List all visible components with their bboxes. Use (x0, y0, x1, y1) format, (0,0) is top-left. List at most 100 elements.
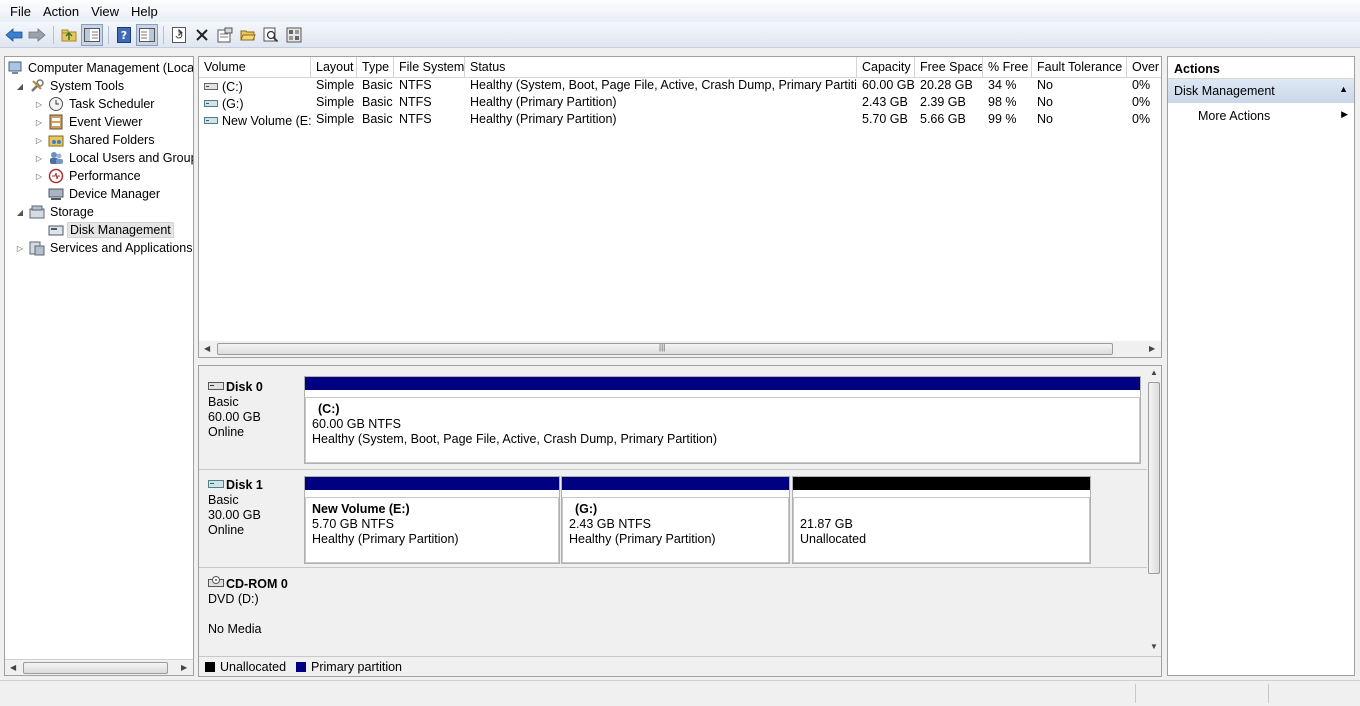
volume-cell: (G:) (199, 95, 311, 112)
partition-bar (562, 477, 789, 490)
column-header-file-system[interactable]: File System (394, 57, 465, 78)
cdrom-icon (208, 576, 224, 592)
free-space-cell: 20.28 GB (920, 78, 973, 92)
disk-status: Online (208, 425, 245, 439)
expand-triangle-icon[interactable]: ▷ (34, 136, 44, 145)
volume-list-horizontal-scrollbar[interactable]: ◀ ||| ▶ (199, 341, 1161, 357)
tree-item-device-manager[interactable]: Device Manager (48, 185, 162, 203)
capacity-cell: 5.70 GB (862, 112, 908, 126)
scroll-right-icon[interactable]: ▶ (1149, 344, 1155, 353)
partition-g[interactable]: (G:) 2.43 GB NTFS Healthy (Primary Parti… (561, 476, 790, 564)
table-row[interactable]: (G:) Simple Basic NTFS Healthy (Primary … (199, 95, 1161, 112)
tree-item-services-applications[interactable]: ▷ Services and Applications (15, 239, 193, 257)
show-hide-action-pane-icon[interactable] (136, 23, 158, 46)
menu-file[interactable]: File (4, 4, 37, 19)
column-header-fault-tolerance[interactable]: Fault Tolerance (1032, 57, 1127, 78)
refresh-icon[interactable] (168, 24, 190, 46)
tree-item-shared-folders[interactable]: ▷ Shared Folders (34, 131, 156, 149)
partition-e[interactable]: New Volume (E:) 5.70 GB NTFS Healthy (Pr… (304, 476, 560, 564)
expand-triangle-icon[interactable]: ▷ (34, 118, 44, 127)
disk-type: Basic (208, 395, 239, 409)
scroll-up-icon[interactable]: ▲ (1150, 368, 1158, 377)
partition-c[interactable]: (C:) 60.00 GB NTFS Healthy (System, Boot… (304, 376, 1141, 464)
percent-free-cell: 99 % (988, 112, 1017, 126)
column-header-volume[interactable]: Volume (199, 57, 311, 78)
scroll-right-icon[interactable]: ▶ (181, 663, 187, 672)
table-row[interactable]: (C:) Simple Basic NTFS Healthy (System, … (199, 78, 1161, 95)
event-viewer-icon (48, 114, 64, 130)
tree-item-local-users[interactable]: ▷ Local Users and Groups (34, 149, 193, 167)
properties-icon[interactable] (214, 24, 236, 46)
forward-arrow-icon[interactable] (26, 24, 48, 46)
disk-size: 30.00 GB (208, 508, 261, 522)
tree-item-performance[interactable]: ▷ Performance (34, 167, 143, 185)
volume-list: Volume Layout Type File System Status Ca… (198, 56, 1162, 358)
legend-label-unallocated: Unallocated (220, 659, 287, 674)
search-icon[interactable] (260, 24, 282, 46)
column-header-percent-free[interactable]: % Free (983, 57, 1032, 78)
partition-unallocated[interactable]: 21.87 GB Unallocated (792, 476, 1091, 564)
tree-item-system-tools[interactable]: ◢ System Tools (15, 77, 126, 95)
show-hide-tree-icon[interactable] (81, 23, 103, 46)
expand-triangle-icon[interactable]: ▷ (34, 154, 44, 163)
expand-triangle-icon[interactable]: ▷ (34, 100, 44, 109)
disk-info[interactable]: Disk 1 Basic 30.00 GB Online (199, 470, 303, 566)
partition-bar (305, 377, 1140, 390)
up-folder-icon[interactable] (58, 24, 80, 46)
tree-horizontal-scrollbar[interactable]: ◀ ▶ (5, 659, 193, 675)
menu-action[interactable]: Action (37, 4, 85, 19)
disk-type: Basic (208, 493, 239, 507)
disk-settings-icon[interactable] (283, 24, 305, 46)
tree-item-computer-management[interactable]: Computer Management (Local (7, 59, 193, 77)
tree-item-disk-management[interactable]: Disk Management (48, 221, 174, 239)
tree-item-task-scheduler[interactable]: ▷ Task Scheduler (34, 95, 156, 113)
tree-item-label: Performance (69, 169, 141, 183)
device-manager-icon (48, 186, 64, 202)
scroll-down-icon[interactable]: ▼ (1150, 642, 1158, 651)
scrollbar-thumb[interactable] (1148, 382, 1160, 574)
collapse-triangle-icon[interactable]: ◢ (15, 82, 25, 91)
tree-item-storage[interactable]: ◢ Storage (15, 203, 96, 221)
collapse-triangle-icon[interactable]: ◢ (15, 208, 25, 217)
column-header-free-space[interactable]: Free Space (915, 57, 983, 78)
column-header-status[interactable]: Status (465, 57, 857, 78)
delete-icon[interactable] (191, 24, 213, 46)
expand-triangle-icon[interactable]: ▷ (15, 244, 25, 253)
disk-name: Disk 0 (208, 380, 303, 395)
open-folder-icon[interactable] (237, 24, 259, 46)
more-actions-item[interactable]: More Actions ▶ (1168, 103, 1354, 127)
fault-tolerance-cell: No (1037, 95, 1053, 109)
back-arrow-icon[interactable] (3, 24, 25, 46)
tree-item-event-viewer[interactable]: ▷ Event Viewer (34, 113, 144, 131)
scroll-left-icon[interactable]: ◀ (10, 663, 16, 672)
collapse-up-icon[interactable]: ▲ (1339, 84, 1348, 94)
percent-free-cell: 34 % (988, 78, 1017, 92)
partition-body: 21.87 GB Unallocated (793, 497, 1090, 563)
column-header-overhead[interactable]: Over (1127, 57, 1161, 78)
disk-info[interactable]: Disk 0 Basic 60.00 GB Online (199, 372, 303, 468)
type-cell: Basic (362, 78, 393, 92)
computer-icon (7, 60, 23, 76)
status-cell: Healthy (Primary Partition) (470, 95, 617, 109)
status-cell: Healthy (Primary Partition) (470, 112, 617, 126)
scroll-left-icon[interactable]: ◀ (204, 344, 210, 353)
tree-item-label: Storage (50, 205, 94, 219)
column-header-layout[interactable]: Layout (311, 57, 357, 78)
expand-triangle-icon[interactable]: ▷ (34, 172, 44, 181)
scrollbar-thumb[interactable] (23, 662, 168, 674)
table-row[interactable]: New Volume (E:) Simple Basic NTFS Health… (199, 112, 1161, 129)
console-tree: Computer Management (Local ◢ System Tool… (4, 56, 194, 676)
tree-item-label: Shared Folders (69, 133, 155, 147)
help-icon[interactable]: ? (113, 24, 135, 46)
actions-section-disk-management[interactable]: Disk Management ▲ (1168, 79, 1354, 103)
column-header-capacity[interactable]: Capacity (857, 57, 915, 78)
disk-size: 60.00 GB (208, 410, 261, 424)
menu-view[interactable]: View (85, 4, 125, 19)
type-cell: Basic (362, 95, 393, 109)
disk-name: Disk 1 (208, 478, 303, 493)
column-header-type[interactable]: Type (357, 57, 394, 78)
shared-folder-icon (48, 132, 64, 148)
disk-view-vertical-scrollbar[interactable]: ▲ ▼ (1147, 366, 1161, 676)
menu-help[interactable]: Help (125, 4, 164, 19)
disk-info[interactable]: CD-ROM 0 DVD (D:) No Media (199, 568, 303, 655)
